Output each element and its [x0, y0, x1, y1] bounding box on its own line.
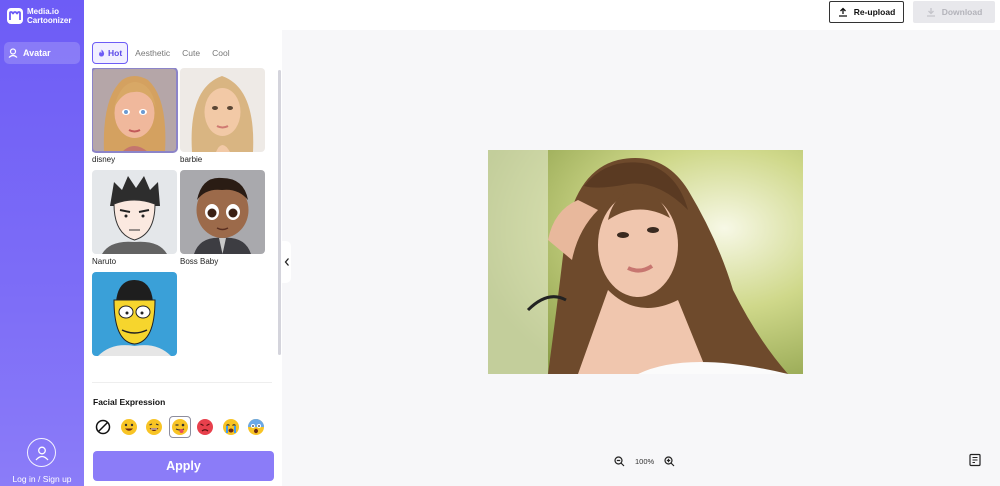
style-label: Boss Baby: [180, 257, 219, 266]
style-card-simpson[interactable]: Si: [92, 272, 177, 358]
tab-aesthetic[interactable]: Aesthetic: [130, 42, 175, 64]
brand-name: Media.io: [27, 7, 60, 16]
tab-cool[interactable]: Cool: [207, 42, 234, 64]
grin-emoji-icon[interactable]: [118, 416, 140, 438]
download-icon: [926, 8, 935, 17]
person-icon: [8, 48, 18, 58]
zoom-in-icon[interactable]: [664, 456, 675, 467]
brand-product: Cartoonizer: [27, 16, 72, 25]
zoom-out-icon[interactable]: [614, 456, 625, 467]
sidebar-item-avatar[interactable]: Avatar: [4, 42, 80, 64]
user-icon: [35, 446, 48, 460]
style-card-disney[interactable]: disney: [92, 68, 178, 165]
panel-divider: [92, 382, 272, 383]
style-thumbnail: [180, 170, 265, 254]
zoom-level: 100%: [635, 457, 655, 466]
tab-label: Aesthetic: [135, 48, 171, 58]
download-button[interactable]: Download: [913, 1, 995, 23]
tab-cute[interactable]: Cute: [177, 42, 205, 64]
upload-icon: [838, 7, 847, 17]
style-card-barbie[interactable]: barbie: [180, 68, 265, 165]
style-thumbnail: [180, 68, 265, 152]
reupload-label: Re-upload: [853, 7, 896, 17]
facial-expression-options: [92, 416, 271, 438]
style-thumbnail: [92, 170, 177, 254]
apply-button[interactable]: Apply: [93, 451, 274, 481]
tab-label: Cute: [182, 48, 201, 58]
download-label: Download: [941, 7, 983, 17]
style-label: barbie: [180, 155, 203, 164]
flame-icon: [99, 49, 105, 57]
style-thumbnail: [92, 68, 178, 153]
collapse-panel-button[interactable]: [282, 241, 291, 283]
reupload-button[interactable]: Re-upload: [829, 1, 904, 23]
facial-expression-title: Facial Expression: [93, 397, 166, 407]
category-tabs: Hot Aesthetic Cute Cool: [92, 42, 237, 64]
style-card-naruto[interactable]: Naruto: [92, 170, 177, 267]
sidebar-item-label: Avatar: [23, 48, 51, 58]
tab-label: Cool: [212, 48, 230, 58]
laugh-emoji-icon[interactable]: [143, 416, 165, 438]
style-card-boss-baby[interactable]: Boss Baby: [180, 170, 265, 267]
style-grid: disney barbie Naruto Boss Baby: [92, 68, 268, 358]
feedback-notes-icon[interactable]: [968, 453, 982, 472]
user-avatar[interactable]: [27, 438, 56, 467]
zoom-controls: 100%: [614, 456, 675, 467]
uploaded-photo-preview: [488, 150, 803, 374]
sidebar: Media.io Cartoonizer Avatar Log in / Sig…: [0, 0, 84, 486]
scared-emoji-icon[interactable]: [245, 416, 267, 438]
style-list-scrollbar[interactable]: [278, 70, 281, 355]
style-thumbnail: [92, 272, 177, 356]
cry-emoji-icon[interactable]: [220, 416, 242, 438]
tab-hot[interactable]: Hot: [92, 42, 129, 64]
angry-emoji-icon[interactable]: [194, 416, 216, 438]
app-logo[interactable]: Media.io Cartoonizer: [7, 7, 71, 25]
wink-tongue-emoji-icon[interactable]: [168, 416, 191, 438]
style-panel: Hot Aesthetic Cute Cool disney barbie Na…: [84, 30, 282, 486]
no-expression-icon[interactable]: [92, 416, 114, 438]
style-label: Naruto: [92, 257, 117, 266]
login-signup-link[interactable]: Log in / Sign up: [0, 474, 84, 484]
media-io-logo-icon: [7, 8, 23, 24]
tab-label: Hot: [108, 48, 123, 58]
style-label: disney: [92, 155, 116, 164]
chevron-left-icon: [284, 258, 289, 266]
